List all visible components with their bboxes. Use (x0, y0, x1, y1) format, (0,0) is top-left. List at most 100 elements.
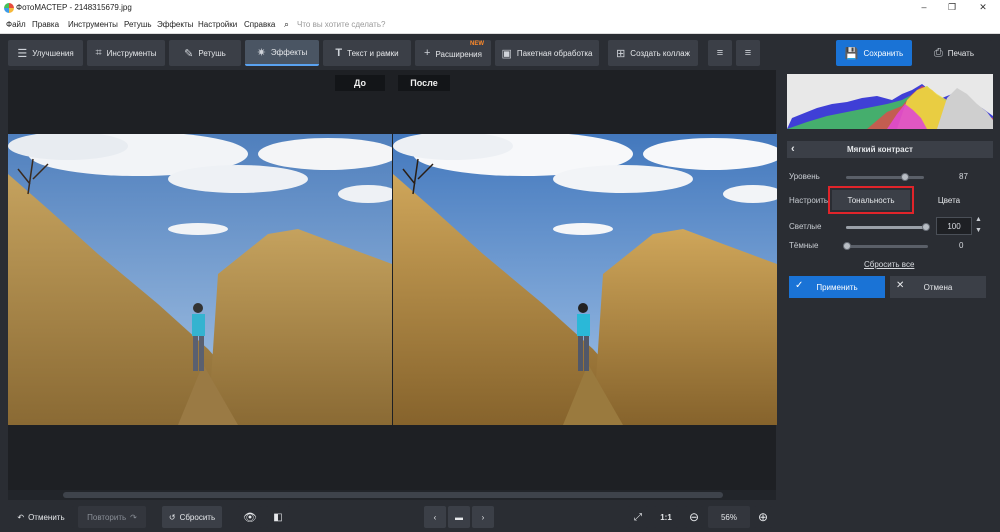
filter-history-icon: ≡ (744, 47, 752, 59)
level-value: 87 (959, 172, 968, 181)
cancel-label: Отмена (923, 282, 953, 292)
before-photo (8, 134, 392, 425)
reset-icon: ↺ (168, 512, 176, 522)
level-slider-thumb[interactable] (901, 173, 909, 181)
highlights-value: 100 (947, 221, 961, 231)
reset-label: Сбросить (179, 512, 216, 522)
highlights-slider-thumb[interactable] (922, 223, 930, 231)
level-label: Уровень (789, 172, 820, 181)
colors-button[interactable]: Цвета (914, 190, 984, 210)
save-button[interactable]: 💾 Сохранить (836, 40, 912, 66)
search-input[interactable]: Что вы хотите сделать? (297, 20, 385, 29)
menu-file[interactable]: Файл (6, 20, 26, 29)
window-title: ФотоМАСТЕР - 2148315679.jpg (16, 3, 132, 12)
printer-icon: ⎙ (933, 46, 943, 59)
save-label: Сохранить (863, 48, 904, 58)
apply-label: Применить (816, 282, 858, 292)
cancel-button[interactable]: ✕ Отмена (890, 276, 986, 298)
shadows-value: 0 (959, 241, 964, 250)
brush-icon: ✎ (184, 47, 194, 60)
tab-tools[interactable]: ⌗ Инструменты (87, 40, 165, 66)
menu-tools[interactable]: Инструменты (68, 20, 118, 29)
level-slider-track[interactable] (846, 176, 924, 179)
scrollbar-thumb[interactable] (63, 492, 723, 498)
tab-label: Эффекты (270, 47, 308, 57)
minimize-icon[interactable]: – (918, 2, 930, 12)
histogram (787, 74, 993, 129)
print-button[interactable]: ⎙ Печать (916, 40, 992, 66)
zoom-level[interactable]: 56% (708, 506, 750, 528)
folder-icon[interactable]: ▬ (448, 506, 470, 528)
menu-bar: Файл Правка Инструменты Ретушь Эффекты Н… (0, 16, 1000, 34)
stepper-down-icon[interactable]: ▼ (975, 227, 982, 234)
prev-icon[interactable]: ‹ (424, 506, 446, 528)
maximize-icon[interactable]: ❐ (946, 2, 958, 13)
tab-label: Расширения (435, 50, 482, 59)
apply-button[interactable]: ✓ Применить (789, 276, 885, 298)
zoom-out-icon[interactable]: ⊖ (685, 506, 703, 528)
tab-label: Улучшения (32, 48, 74, 58)
crop-icon: ⌗ (95, 46, 102, 59)
highlights-input[interactable]: 100 (936, 217, 972, 235)
adjust-label: Настроить (789, 196, 829, 205)
menu-help[interactable]: Справка (244, 20, 275, 29)
add-preset-button[interactable]: ≡ (708, 40, 732, 66)
history-button[interactable]: ≡ (736, 40, 760, 66)
save-icon: 💾 (844, 47, 859, 60)
tab-label: Текст и рамки (347, 48, 399, 58)
highlights-slider-track[interactable] (846, 226, 928, 229)
app-logo-icon (4, 3, 14, 13)
shadows-slider-track[interactable] (846, 245, 928, 248)
highlights-label: Светлые (789, 222, 822, 231)
tab-enhancements[interactable]: ☰ Улучшения (8, 40, 83, 66)
compare-icon[interactable]: ◧ (266, 506, 290, 528)
undo-button[interactable]: ↶ Отменить (8, 506, 74, 528)
new-badge: NEW (470, 41, 484, 47)
tab-collage[interactable]: ⊞ Создать коллаж (608, 40, 698, 66)
tab-batch[interactable]: ▣ Пакетная обработка (495, 40, 599, 66)
batch-icon: ▣ (501, 47, 512, 60)
menu-effects[interactable]: Эффекты (157, 20, 193, 29)
filter-add-icon: ≡ (716, 47, 724, 59)
text-icon: T (335, 47, 343, 59)
fit-screen-icon[interactable]: ⤢ (628, 506, 648, 528)
stepper-up-icon[interactable]: ▲ (975, 216, 982, 223)
tab-retouch[interactable]: ✎ Ретушь (169, 40, 241, 66)
after-photo (393, 134, 777, 425)
ratio-button[interactable]: 1:1 (654, 506, 678, 528)
filter-title: Мягкий контраст (847, 145, 913, 154)
x-icon: ✕ (896, 280, 905, 291)
back-arrow-icon[interactable]: ‹ (791, 143, 795, 155)
shadows-slider-thumb[interactable] (843, 242, 851, 250)
title-bar: ФотоМАСТЕР - 2148315679.jpg – ❐ ✕ (0, 0, 1000, 16)
tab-effects[interactable]: ✷ Эффекты (245, 40, 319, 66)
search-icon[interactable]: ⌕ (284, 19, 289, 30)
tab-label: Создать коллаж (630, 48, 690, 58)
tab-label: Пакетная обработка (516, 48, 593, 58)
zoom-in-icon[interactable]: ⊕ (754, 506, 772, 528)
tonal-button[interactable]: Тональность (828, 186, 914, 214)
tab-label: Ретушь (198, 48, 226, 58)
horizontal-scrollbar[interactable] (8, 490, 776, 500)
menu-edit[interactable]: Правка (32, 20, 59, 29)
grid-icon: ⊞ (616, 47, 626, 60)
plus-icon: + (424, 47, 431, 59)
filter-header: ‹ Мягкий контраст (787, 141, 993, 158)
eye-icon[interactable]: 👁 (238, 506, 262, 528)
redo-button[interactable]: Повторить ↷ (78, 506, 146, 528)
tab-text-frames[interactable]: T Текст и рамки (323, 40, 411, 66)
menu-settings[interactable]: Настройки (198, 20, 237, 29)
print-label: Печать (947, 48, 975, 58)
reset-button[interactable]: ↺ Сбросить (162, 506, 222, 528)
reset-all-link[interactable]: Сбросить все (864, 260, 914, 269)
sparkle-icon: ✷ (256, 46, 266, 59)
next-icon[interactable]: › (472, 506, 494, 528)
redo-label: Повторить (87, 512, 127, 522)
shadows-label: Тёмные (789, 241, 819, 250)
after-label: После (398, 75, 450, 91)
highlights-slider-fill (846, 226, 928, 229)
close-icon[interactable]: ✕ (977, 2, 989, 13)
menu-retouch[interactable]: Ретушь (124, 20, 152, 29)
undo-icon: ↶ (17, 512, 25, 522)
tab-label: Инструменты (106, 48, 157, 58)
